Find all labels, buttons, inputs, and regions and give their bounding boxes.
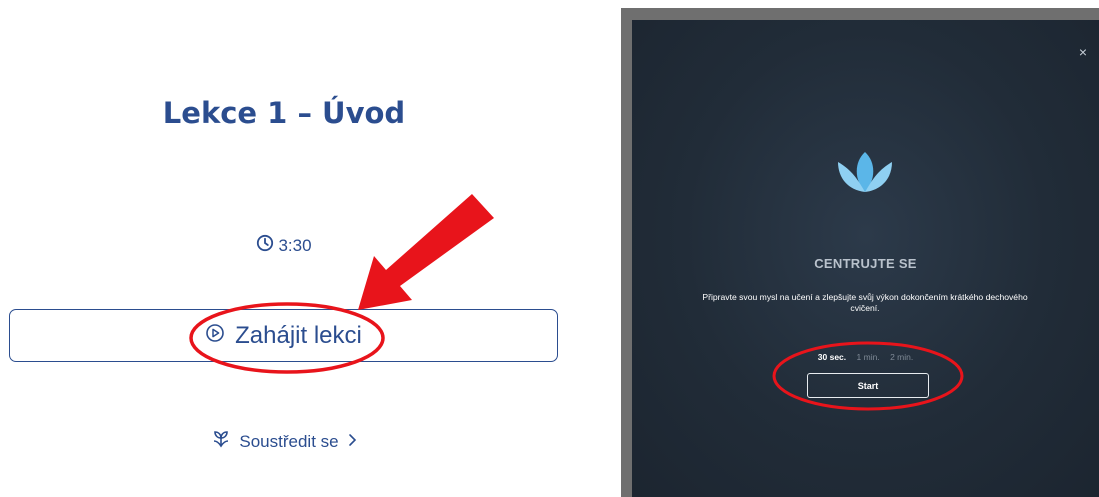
modal-description: Připravte svou mysl na učení a zlepšujte… bbox=[702, 292, 1028, 313]
sprout-icon bbox=[211, 430, 231, 453]
centering-modal: × CENTRUJTE SE Připravte svou mysl na uč… bbox=[632, 20, 1099, 497]
lesson-title: Lekce 1 – Úvod bbox=[162, 96, 406, 130]
play-circle-icon bbox=[205, 322, 225, 350]
chevron-right-icon bbox=[347, 432, 357, 452]
lotus-icon bbox=[832, 148, 898, 201]
start-lesson-label: Zahájit lekci bbox=[235, 321, 362, 349]
close-icon[interactable]: × bbox=[1079, 44, 1087, 60]
start-button[interactable]: Start bbox=[807, 373, 929, 398]
duration-option-30-sec[interactable]: 30 sec. bbox=[818, 352, 846, 362]
lesson-duration: 3:30 bbox=[0, 234, 568, 257]
focus-link[interactable]: Soustředit se bbox=[0, 430, 568, 453]
duration-text: 3:30 bbox=[278, 235, 312, 255]
duration-option-1-min[interactable]: 1 min. bbox=[857, 352, 880, 362]
lesson-panel: Lekce 1 – Úvod 3:30 Zahájit lekci Soustř… bbox=[0, 0, 600, 497]
focus-label: Soustředit se bbox=[239, 431, 339, 451]
start-lesson-button[interactable]: Zahájit lekci bbox=[9, 309, 558, 362]
duration-option-2-min[interactable]: 2 min. bbox=[890, 352, 913, 362]
modal-title: CENTRUJTE SE bbox=[814, 256, 917, 271]
clock-icon bbox=[256, 234, 274, 257]
duration-options: 30 sec. 1 min. 2 min. bbox=[632, 352, 1099, 362]
